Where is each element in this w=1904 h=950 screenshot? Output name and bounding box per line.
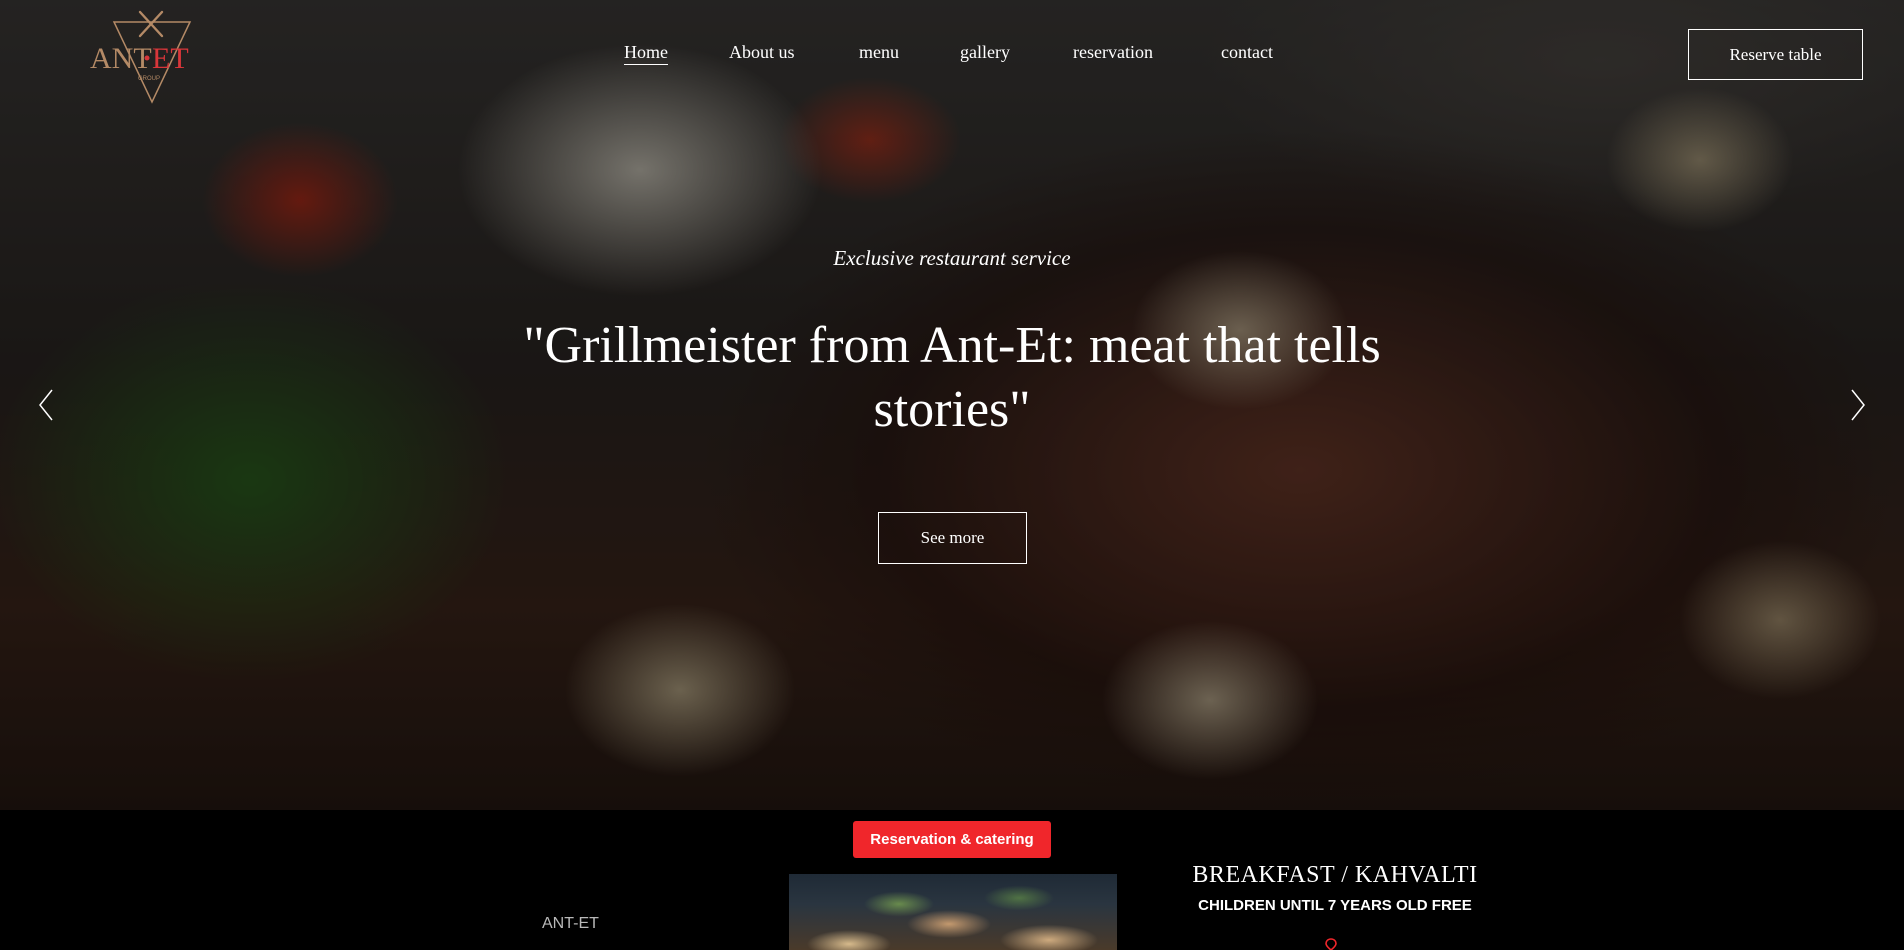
brand-label: ANT-ET [542,915,599,932]
breakfast-subtitle: CHILDREN UNTIL 7 YEARS OLD FREE [1198,897,1472,914]
nav-item-about[interactable]: About us [729,42,795,63]
location-pin-icon [1325,938,1337,950]
main-nav: Home About us menu gallery reservation c… [0,42,1904,66]
nav-item-menu[interactable]: menu [859,42,899,63]
hero-kicker: Exclusive restaurant service [833,246,1071,270]
breakfast-image [789,874,1117,950]
nav-item-home[interactable]: Home [624,42,668,65]
chevron-right-icon[interactable] [1848,388,1868,422]
logo-small-text: GROUP [138,76,160,82]
breakfast-title: BREAKFAST / KAHVALTI [1192,862,1478,888]
hero-slider: ANT ET GROUP Home About us menu gallery … [0,0,1904,810]
nav-item-contact[interactable]: contact [1221,42,1273,63]
see-more-button[interactable]: See more [878,512,1027,564]
chevron-left-icon[interactable] [36,388,56,422]
nav-item-reservation[interactable]: reservation [1073,42,1153,63]
hero-headline: "Grillmeister from Ant-Et: meat that tel… [523,317,1381,438]
nav-item-gallery[interactable]: gallery [960,42,1010,63]
crossed-utensils-icon [138,10,164,38]
reservation-catering-button[interactable]: Reservation & catering [853,821,1051,858]
reserve-table-button[interactable]: Reserve table [1688,29,1863,80]
